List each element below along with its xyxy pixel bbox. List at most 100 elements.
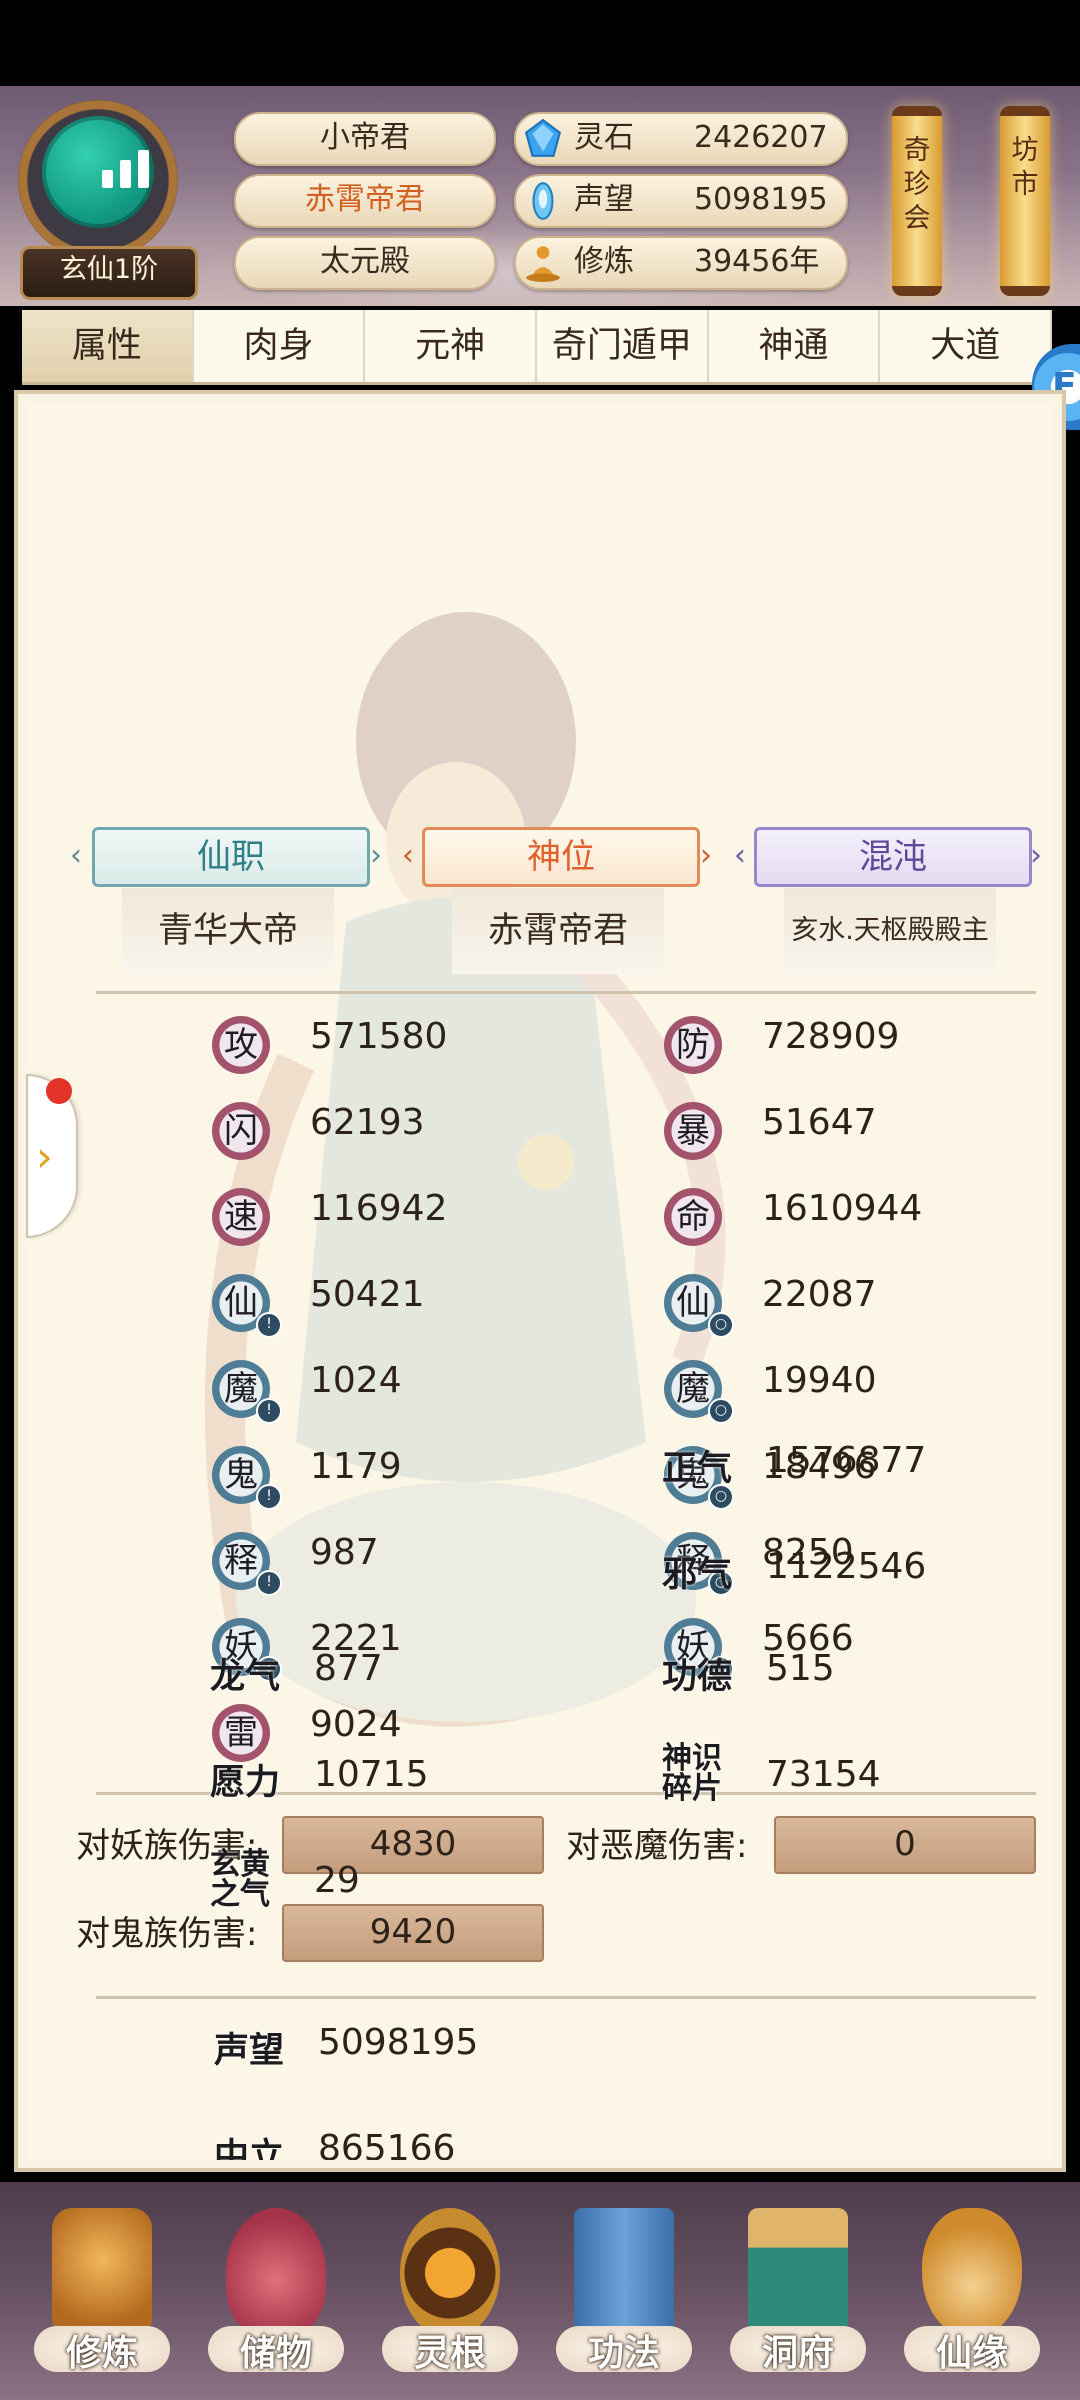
resource-prestige[interactable]: 声望 5098195 xyxy=(514,174,848,228)
title-plaque-chaos[interactable]: 混沌 xyxy=(754,827,1032,887)
monk-icon xyxy=(52,2208,152,2338)
title-plaque-divine-rank[interactable]: 神位 xyxy=(422,827,700,887)
tab-dao[interactable]: 大道 xyxy=(880,310,1053,382)
gourd-icon xyxy=(922,2208,1022,2338)
scripture-book-icon xyxy=(574,2208,674,2338)
nav-label: 灵根 xyxy=(413,2333,486,2374)
title-value-chaos: 亥水.天枢殿殿主 xyxy=(784,888,996,974)
stat-value-hp: 1610944 xyxy=(762,1188,923,1229)
rank-badge: 玄仙1阶 xyxy=(20,246,198,300)
avatar[interactable] xyxy=(42,116,154,228)
nav-cultivate[interactable]: 修炼 xyxy=(22,2198,182,2398)
tab-attributes[interactable]: 属性 xyxy=(22,310,194,382)
stat-value-speed: 116942 xyxy=(310,1188,448,1229)
stat-value-thunder: 9024 xyxy=(310,1704,402,1745)
stat-icon-crit: 暴 xyxy=(664,1102,722,1160)
attack-badge-icon: ! xyxy=(256,1312,282,1338)
stat-value-monster-def: 5666 xyxy=(762,1618,854,1659)
rep-value-neutral: 865166 xyxy=(318,2128,456,2160)
defense-badge-icon: ○ xyxy=(708,1312,734,1338)
attribute-panel-inner: › ‹ 仙职 › 青华大帝 ‹ 神位 › 赤霄帝君 ‹ 混沌 › 亥水.天枢殿殿… xyxy=(26,402,1054,2160)
nav-label: 仙缘 xyxy=(935,2333,1008,2374)
title-value-divine-rank: 赤霄帝君 xyxy=(452,888,664,974)
arrow-right-icon: › xyxy=(370,838,382,873)
stat-icon-attack: 攻 xyxy=(212,1016,270,1074)
chevron-right-icon: › xyxy=(36,1132,53,1181)
damage-label-demon: 对恶魔伤害: xyxy=(566,1826,748,1866)
notification-dot xyxy=(46,1078,72,1104)
damage-label-ghost: 对鬼族伤害: xyxy=(76,1914,258,1954)
arrow-left-icon: ‹ xyxy=(70,838,82,873)
resource-label: 修炼 xyxy=(574,244,634,279)
defense-badge-icon: ○ xyxy=(708,1570,734,1596)
stat-value-demon-def: 19940 xyxy=(762,1360,877,1401)
resource-value: 5098195 xyxy=(694,182,828,217)
stat-value-buddha-atk: 987 xyxy=(310,1532,379,1573)
stat-icon-thunder: 雷 xyxy=(212,1704,270,1762)
stats-bars-icon xyxy=(102,150,152,188)
title-plaque-office[interactable]: 仙职 xyxy=(92,827,370,887)
resource-cultivation[interactable]: 修炼 39456年 xyxy=(514,236,848,290)
defense-badge-icon: ○ xyxy=(708,1656,734,1682)
attribute-panel: › ‹ 仙职 › 青华大帝 ‹ 神位 › 赤霄帝君 ‹ 混沌 › 亥水.天枢殿殿… xyxy=(14,390,1066,2172)
nav-storage[interactable]: 储物 xyxy=(196,2198,356,2398)
nav-label: 储物 xyxy=(239,2333,312,2374)
lantern-label: 坊市 xyxy=(1011,135,1039,200)
player-name-pill: 小帝君 xyxy=(234,112,496,166)
stat-value-crit: 51647 xyxy=(762,1102,877,1143)
attack-badge-icon: ! xyxy=(256,1656,282,1682)
stat-value-attack: 571580 xyxy=(310,1016,448,1057)
resource-label: 声望 xyxy=(574,182,634,217)
title-value-office: 青华大帝 xyxy=(122,888,334,974)
market-lantern[interactable]: 坊市 xyxy=(1000,106,1050,296)
spirit-root-icon xyxy=(400,2208,500,2338)
divider xyxy=(96,1792,1036,1795)
stat-value-dodge: 62193 xyxy=(310,1102,425,1143)
rep-value-prestige: 5098195 xyxy=(318,2022,479,2063)
stat-value-immortal-def: 22087 xyxy=(762,1274,877,1315)
nav-cave-dwelling[interactable]: 洞府 xyxy=(718,2198,878,2398)
tab-spirit[interactable]: 元神 xyxy=(365,310,538,382)
tab-body[interactable]: 肉身 xyxy=(194,310,366,382)
rep-label-neutral: 中立 xyxy=(214,2137,285,2160)
nav-techniques[interactable]: 功法 xyxy=(544,2198,704,2398)
stat-value-ghost-def: 18496 xyxy=(762,1446,877,1487)
arrow-left-icon: ‹ xyxy=(402,838,414,873)
lantern-label: 奇珍会 xyxy=(903,135,931,234)
palace-pill: 太元殿 xyxy=(234,236,496,290)
stat-icon-speed: 速 xyxy=(212,1188,270,1246)
stat-value-defense: 728909 xyxy=(762,1016,900,1057)
nav-spirit-root[interactable]: 灵根 xyxy=(370,2198,530,2398)
resource-label: 灵石 xyxy=(574,120,634,155)
tab-powers[interactable]: 神通 xyxy=(709,310,881,382)
damage-value-yao: 4830 xyxy=(282,1816,544,1874)
attack-badge-icon: ! xyxy=(256,1570,282,1596)
attack-badge-icon: ! xyxy=(256,1398,282,1424)
stat-value-monster-atk: 2221 xyxy=(310,1618,402,1659)
stat-value-ghost-atk: 1179 xyxy=(310,1446,402,1487)
pouch-icon xyxy=(226,2208,326,2338)
treasure-fair-lantern[interactable]: 奇珍会 xyxy=(892,106,942,296)
prestige-crystal-icon xyxy=(532,182,554,220)
nav-label: 洞府 xyxy=(761,2333,834,2374)
header: 玄仙1阶 小帝君 赤霄帝君 太元殿 灵石 2426207 声望 5098195 … xyxy=(0,86,1080,306)
nav-label: 修炼 xyxy=(65,2333,138,2374)
resource-value: 2426207 xyxy=(694,120,828,155)
nav-fate[interactable]: 仙缘 xyxy=(892,2198,1052,2398)
tab-qimen[interactable]: 奇门遁甲 xyxy=(537,310,709,382)
defense-badge-icon: ○ xyxy=(708,1398,734,1424)
arrow-right-icon: › xyxy=(1030,838,1042,873)
arrow-right-icon: › xyxy=(700,838,712,873)
rep-label-prestige: 声望 xyxy=(214,2031,285,2071)
status-bar xyxy=(0,0,1080,86)
attack-badge-icon: ! xyxy=(256,1484,282,1510)
pavilion-icon xyxy=(748,2208,848,2338)
spirit-stone-icon xyxy=(524,118,562,157)
nav-label: 功法 xyxy=(587,2333,660,2374)
stat-value-demon-atk: 1024 xyxy=(310,1360,402,1401)
divider xyxy=(96,991,1036,994)
damage-value-ghost: 9420 xyxy=(282,1904,544,1962)
resource-spirit-stone[interactable]: 灵石 2426207 xyxy=(514,112,848,166)
bottom-nav: 修炼 储物 灵根 功法 洞府 仙缘 xyxy=(0,2182,1080,2400)
damage-value-demon: 0 xyxy=(774,1816,1036,1874)
